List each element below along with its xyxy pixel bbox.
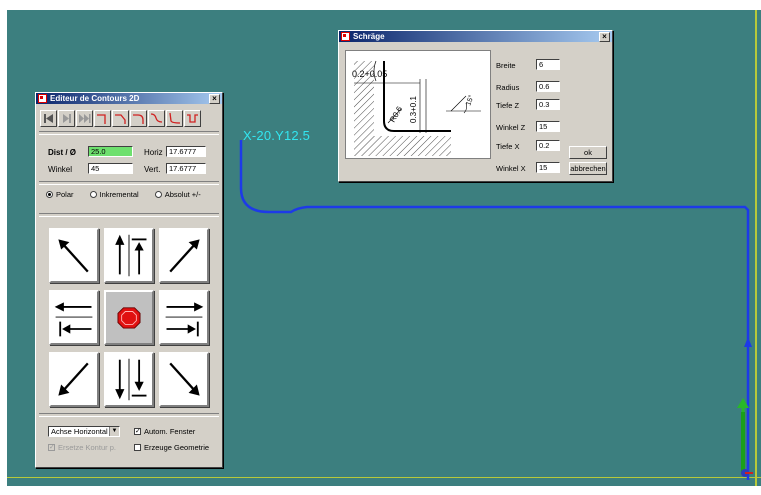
autom-fenster-row[interactable]: ✓ Autom. Fenster (134, 427, 195, 436)
arrow-down-right-icon (169, 362, 200, 396)
tiefe-z-label: Tiefe Z (496, 101, 520, 110)
mode-radio-group: Polar Inkremental Absolut +/- (46, 190, 201, 199)
editor-title: Editeur de Contours 2D (50, 94, 140, 103)
ok-button[interactable]: ok (569, 146, 607, 159)
winkel-z-label: Winkel Z (496, 123, 526, 132)
breite-label: Breite (496, 61, 516, 70)
radio-dot (46, 191, 53, 198)
erzeuge-geometrie-label: Erzeuge Geometrie (144, 443, 210, 452)
arrow-left-button[interactable] (49, 290, 99, 345)
schraege-titlebar[interactable]: Schräge × (339, 31, 612, 42)
ersetze-kontur-row: ✓ Ersetze Kontur p. (48, 443, 116, 452)
arrow-up-icon (115, 234, 147, 277)
arrow-up-button[interactable] (104, 228, 154, 283)
radius-label: Radius (496, 83, 520, 92)
erzeuge-geometrie-row[interactable]: Erzeuge Geometrie (134, 443, 209, 452)
autom-fenster-checkbox[interactable]: ✓ (134, 428, 141, 435)
winkel-x-input[interactable]: 15 (536, 162, 560, 173)
radio-inkremental-label: Inkremental (99, 190, 139, 199)
ersetze-kontur-label: Ersetze Kontur p. (58, 443, 116, 452)
arrow-down-left-button[interactable] (49, 352, 99, 407)
tiefe-x-label: Tiefe X (496, 142, 520, 151)
schraege-dialog: Schräge × 0.2+0.05 R0.6 0.3+0.1 15° Brei… (338, 30, 613, 182)
breite-input[interactable]: 6 (536, 59, 560, 70)
horiz-input[interactable]: 17.6777 (166, 146, 206, 157)
corner-arc-icon[interactable] (130, 110, 147, 127)
winkel-label: Winkel (48, 165, 73, 174)
arrow-down-right-button[interactable] (159, 352, 209, 407)
editor-toolbar (40, 110, 201, 127)
horiz-label: Horiz (144, 148, 163, 157)
curve-icon[interactable] (166, 110, 183, 127)
divider (39, 213, 219, 217)
dim-label-d: 15° (464, 94, 475, 107)
vert-label: Vert. (144, 165, 161, 174)
chamfer-drawing: 0.2+0.05 R0.6 0.3+0.1 15° (352, 60, 481, 156)
editor-titlebar[interactable]: Editeur de Contours 2D × (36, 93, 222, 104)
arrow-right-icon (165, 302, 204, 337)
close-button[interactable]: × (599, 32, 610, 42)
u-curve-icon[interactable] (184, 110, 201, 127)
radio-polar[interactable]: Polar (46, 190, 74, 199)
autom-fenster-label: Autom. Fenster (144, 427, 196, 436)
radio-absolut[interactable]: Absolut +/- (154, 190, 201, 199)
arrow-up-right-button[interactable] (159, 228, 209, 283)
dist-label: Dist / Ø (48, 148, 77, 157)
corner-down-left-icon[interactable] (112, 110, 129, 127)
cancel-button[interactable]: abbrechen (569, 162, 607, 175)
s-curve-icon[interactable] (148, 110, 165, 127)
arrow-down-icon (115, 358, 147, 401)
radio-inkremental[interactable]: Inkremental (89, 190, 139, 199)
tiefe-z-input[interactable]: 0.3 (536, 99, 560, 110)
axis-gizmo (733, 398, 753, 478)
tiefe-x-input[interactable]: 0.2 (536, 140, 560, 151)
dim-label-b: R0.6 (388, 104, 405, 124)
arrow-left-icon (54, 302, 93, 337)
chevron-down-icon[interactable]: ▼ (109, 427, 119, 436)
coordinate-label: X-20.Y12.5 (243, 128, 311, 143)
arrow-down-button[interactable] (104, 352, 154, 407)
schraege-title: Schräge (353, 32, 385, 41)
radio-polar-label: Polar (56, 190, 74, 199)
dim-label-c: 0.3+0.1 (409, 96, 418, 123)
direction-pad (49, 228, 209, 408)
app-icon (341, 32, 350, 41)
ersetze-kontur-checkbox: ✓ (48, 444, 55, 451)
radio-dot (154, 191, 162, 198)
arrow-up-left-button[interactable] (49, 228, 99, 283)
dist-input[interactable]: 25.0 (88, 146, 133, 157)
arrow-down-left-icon (58, 362, 89, 396)
app-icon (38, 94, 47, 103)
chamfer-sketch: 0.2+0.05 R0.6 0.3+0.1 15° (345, 50, 491, 159)
radio-absolut-label: Absolut +/- (164, 190, 201, 199)
achse-select[interactable]: Achse Horizontal ▼ (48, 426, 120, 437)
first-icon[interactable] (40, 110, 57, 127)
contour-editor-window: Editeur de Contours 2D × Dist / Ø 25.0 W… (35, 92, 223, 468)
winkel-x-label: Winkel X (496, 164, 526, 173)
close-button[interactable]: × (209, 94, 220, 104)
vert-input[interactable]: 17.6777 (166, 163, 206, 174)
winkel-input[interactable]: 45 (88, 163, 133, 174)
corner-down-right-icon[interactable] (94, 110, 111, 127)
erzeuge-geometrie-checkbox[interactable] (134, 444, 141, 451)
axis-select-row: Achse Horizontal ▼ (48, 426, 120, 437)
arrow-up-left-icon (58, 239, 89, 273)
divider (39, 131, 219, 135)
radius-input[interactable]: 0.6 (536, 81, 560, 92)
achse-select-value: Achse Horizontal (51, 427, 108, 436)
prev-icon[interactable] (58, 110, 75, 127)
stop-button[interactable] (104, 290, 154, 345)
dim-label-a: 0.2+0.05 (352, 69, 387, 79)
stop-icon (117, 307, 141, 329)
divider (39, 181, 219, 185)
arrow-right-button[interactable] (159, 290, 209, 345)
radio-dot (89, 191, 97, 198)
divider (39, 413, 219, 417)
arrow-up-right-icon (169, 239, 200, 273)
winkel-z-input[interactable]: 15 (536, 121, 560, 132)
next-icon[interactable] (76, 110, 93, 127)
